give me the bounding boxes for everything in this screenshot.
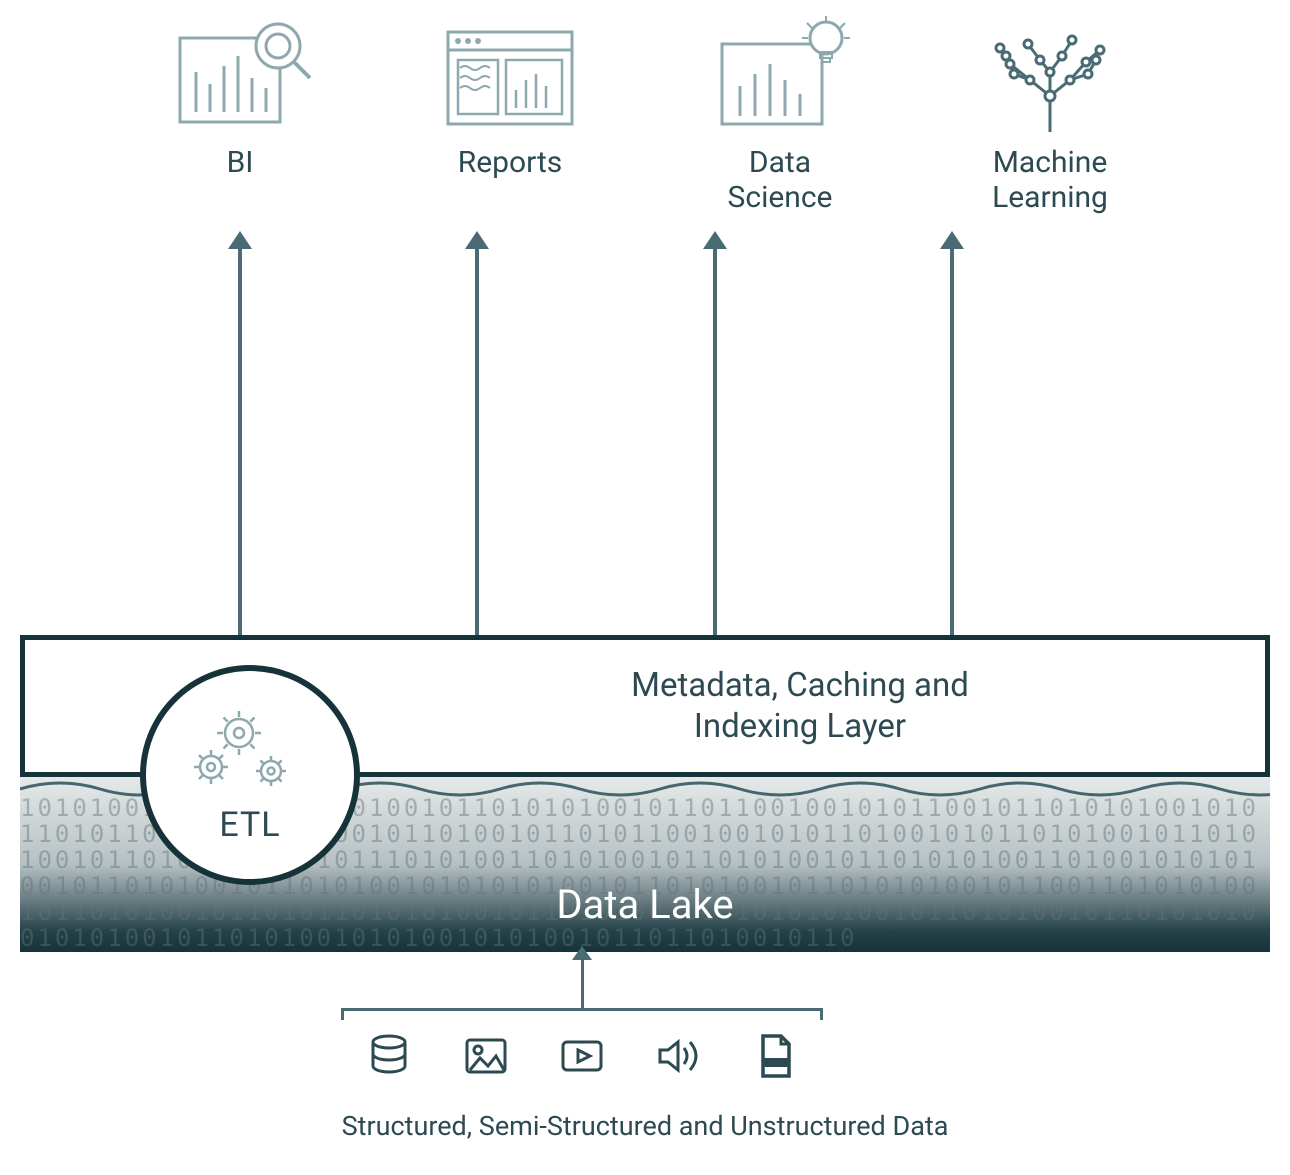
report-window-icon: [430, 16, 590, 136]
consumer-reports: Reports: [400, 16, 620, 215]
arrow-up-icon: [238, 245, 242, 635]
arrow-up-icon: [950, 245, 954, 635]
video-icon: [552, 1026, 612, 1086]
consumer-label: MachineLearning: [992, 146, 1108, 215]
arrow-up-icon: [475, 245, 479, 635]
bi-chart-magnifier-icon: [160, 16, 320, 136]
chart-lightbulb-icon: [700, 16, 860, 136]
data-lake-architecture-diagram: BI: [0, 0, 1290, 1175]
etl-node: ETL: [140, 665, 360, 885]
circuit-tree-icon: [970, 16, 1130, 136]
image-icon: [456, 1026, 516, 1086]
arrow-up-icon: [581, 958, 584, 1008]
consumer-row: BI: [130, 16, 1160, 215]
consumer-label: BI: [227, 146, 254, 181]
database-icon: [359, 1026, 419, 1086]
arrow-up-icon: [713, 245, 717, 635]
consumer-label: DataScience: [728, 146, 833, 215]
document-icon: [745, 1026, 805, 1086]
consumer-machine-learning: MachineLearning: [940, 16, 1160, 215]
data-lake-label: Data Lake: [20, 881, 1270, 928]
source-bracket: [341, 1008, 823, 1020]
audio-icon: [648, 1026, 708, 1086]
consumer-bi: BI: [130, 16, 350, 215]
consumer-label: Reports: [458, 146, 563, 181]
consumer-data-science: DataScience: [670, 16, 890, 215]
metadata-layer-label: Metadata, Caching andIndexing Layer: [631, 665, 969, 748]
source-caption: Structured, Semi-Structured and Unstruct…: [0, 1110, 1290, 1142]
gears-icon: [185, 705, 315, 803]
etl-label: ETL: [219, 805, 280, 845]
source-icon-row: [341, 1026, 823, 1086]
